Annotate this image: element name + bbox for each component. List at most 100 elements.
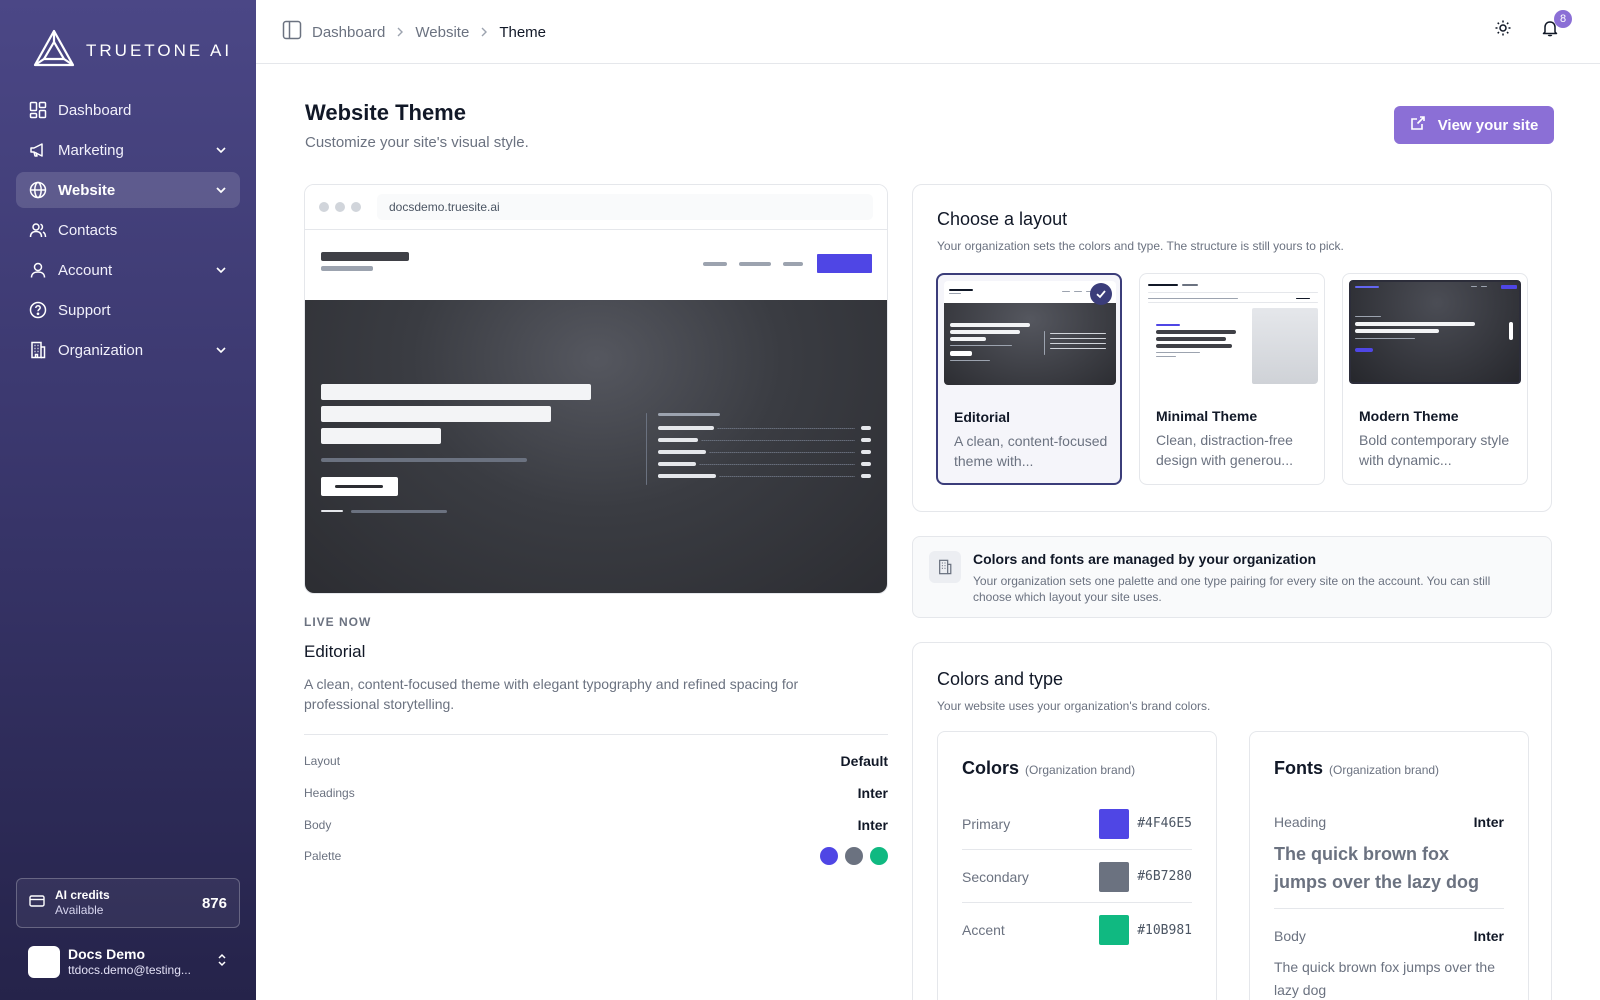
mock-list-item (658, 426, 714, 430)
sidebar-item-organization[interactable]: Organization (16, 332, 240, 368)
fonts-card-title: Fonts (Organization brand) (1274, 758, 1439, 779)
color-hex: #4F46E5 (1137, 816, 1192, 831)
ai-credits-status: Available (55, 903, 104, 917)
mock-nav-link (739, 262, 771, 266)
sidebar-item-dashboard[interactable]: Dashboard (16, 92, 240, 128)
brand-logo[interactable]: TRUETONE AI (32, 28, 232, 73)
users-icon (28, 220, 48, 240)
colors-type-title: Colors and type (937, 669, 1064, 689)
thumb-button (1355, 348, 1373, 352)
font-value: Inter (1473, 814, 1504, 830)
divider (1274, 908, 1504, 909)
fonts-card: Fonts (Organization brand) Heading Inter … (1249, 731, 1529, 1000)
thumb-hero (1351, 282, 1519, 382)
view-site-button[interactable]: View your site (1394, 106, 1554, 144)
mock-nav-link (783, 262, 803, 266)
thumb-list (1050, 343, 1106, 344)
notifications-button[interactable]: 8 (1538, 10, 1572, 42)
thumb-nav (1182, 284, 1198, 286)
thumb-text (950, 345, 1012, 346)
sidebar-toggle-icon[interactable] (282, 20, 302, 44)
colors-card-title: Colors (Organization brand) (962, 758, 1135, 779)
layout-panel: Choose a layout Your organization sets t… (912, 184, 1552, 512)
sidebar-item-label: Contacts (58, 221, 118, 239)
sidebar-item-support[interactable]: Support (16, 292, 240, 328)
font-row-heading: Heading Inter (1274, 814, 1504, 830)
palette-swatches (820, 847, 888, 865)
spec-label: Body (304, 818, 332, 832)
mock-list-count (861, 426, 871, 430)
mock-list-count (861, 474, 871, 478)
mock-list-item (658, 450, 706, 454)
thumb-button (950, 351, 972, 356)
layout-card-editorial[interactable]: Editorial A clean, content-focused theme… (936, 273, 1122, 485)
thumb-nav (1074, 291, 1082, 292)
layout-card-modern[interactable]: Modern Theme Bold contemporary style wit… (1342, 273, 1528, 485)
colors-type-panel: Colors and type Your website uses your o… (912, 642, 1552, 1000)
sidebar-item-contacts[interactable]: Contacts (16, 212, 240, 248)
grid-icon (28, 100, 48, 120)
ai-credits-widget[interactable]: AI credits Available 876 (16, 878, 240, 928)
mock-hero (305, 300, 887, 593)
managed-notice: Colors and fonts are managed by your org… (912, 536, 1552, 618)
color-row-secondary: Secondary #6B7280 (962, 851, 1192, 903)
thumb-headline (1355, 329, 1439, 333)
sun-icon[interactable] (1494, 19, 1512, 42)
spec-label: Layout (304, 754, 341, 768)
chevron-down-icon (214, 343, 228, 357)
font-value: Inter (1473, 928, 1504, 944)
credit-card-icon (29, 894, 45, 913)
thumb-eyebrow (1156, 324, 1180, 326)
thumb-nav (1148, 298, 1238, 299)
sidebar-item-label: Website (58, 181, 116, 199)
spec-label: Headings (304, 786, 355, 800)
mock-list-leader (701, 440, 855, 441)
mock-headline (321, 406, 551, 422)
window-dot (351, 202, 361, 212)
thumb-nav (1471, 286, 1477, 287)
browser-chrome: docsdemo.truesite.ai (305, 185, 887, 230)
thumb-headline (950, 323, 1030, 327)
page-subtitle: Customize your site's visual style. (305, 134, 529, 151)
thumb-image (1252, 308, 1318, 384)
mock-list-leader (699, 464, 855, 465)
user-info: Docs Demo ttdocs.demo@testing... (68, 946, 208, 978)
chevron-down-icon (214, 263, 228, 277)
spec-row-headings: Headings Inter (304, 785, 888, 801)
color-row-primary: Primary #4F46E5 (962, 798, 1192, 850)
external-link-icon (1410, 115, 1426, 135)
color-row-accent: Accent #10B981 (962, 904, 1192, 956)
layout-card-title: Editorial (954, 409, 1011, 425)
layout-thumb-minimal (1146, 280, 1318, 384)
sidebar-item-label: Support (58, 301, 111, 319)
layout-card-desc: Clean, distraction-free design with gene… (1156, 432, 1293, 468)
sidebar-item-marketing[interactable]: Marketing (16, 132, 240, 168)
topbar-actions: 8 (1494, 10, 1572, 42)
mock-site-nav (305, 230, 887, 300)
thumb-list (1050, 333, 1106, 334)
thumb-nav (1062, 291, 1070, 292)
chevron-right-icon (395, 24, 405, 41)
mock-cta (817, 254, 872, 273)
sidebar-item-account[interactable]: Account (16, 252, 240, 288)
color-label: Primary (962, 815, 1011, 832)
preview-url: docsdemo.truesite.ai (377, 194, 873, 220)
breadcrumb-website[interactable]: Website (415, 24, 469, 41)
user-menu[interactable]: Docs Demo ttdocs.demo@testing... (16, 940, 240, 984)
layout-card-minimal[interactable]: Minimal Theme Clean, distraction-free de… (1139, 273, 1325, 485)
mock-meta (351, 510, 447, 513)
thumb-nav (1296, 298, 1310, 299)
ai-credits-amount: 876 (201, 894, 227, 912)
fonts-card-heading: Fonts (1274, 758, 1323, 778)
avatar (28, 946, 60, 978)
palette-swatch-secondary (845, 847, 863, 865)
topbar: Dashboard Website Theme 8 (256, 0, 1600, 64)
page-title: Website Theme (305, 100, 466, 125)
breadcrumb-dashboard[interactable]: Dashboard (312, 24, 385, 41)
spec-value: Inter (857, 785, 888, 801)
thumb-headline (950, 337, 986, 341)
breadcrumb: Dashboard Website Theme (282, 20, 546, 44)
sidebar-item-website[interactable]: Website (16, 172, 240, 208)
font-label: Heading (1274, 814, 1327, 830)
thumb-meta (950, 360, 990, 361)
